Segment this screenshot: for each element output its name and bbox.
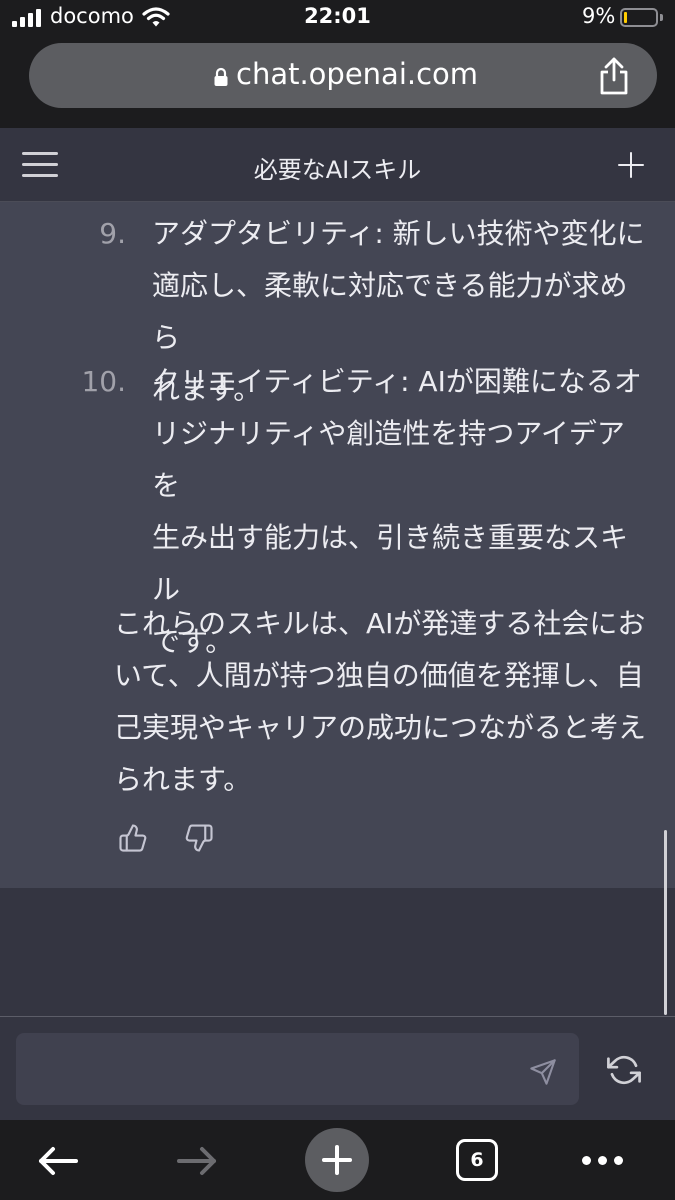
paragraph-line: いて、人間が持つ独自の価値を発揮し、自 [114,659,644,692]
composer-divider [0,1016,675,1017]
tabs-button[interactable]: 6 [456,1139,498,1181]
battery-cap [660,14,663,21]
scrollbar[interactable] [664,830,667,1015]
forward-arrow-icon [177,1147,216,1175]
new-chat-button[interactable] [616,150,646,180]
list-item-number: 10. [81,365,126,398]
list-item-number: 9. [99,217,126,250]
battery-icon [620,8,658,27]
new-tab-button[interactable] [305,1128,369,1192]
clock: 22:01 [304,4,371,28]
url-text[interactable]: chat.openai.com [236,57,478,91]
paragraph-line: られます。 [114,763,252,796]
thumbs-down-icon[interactable] [184,823,214,853]
back-arrow-icon[interactable] [36,1145,80,1177]
list-item-line: クリエイティビティ: AIが困難になるオ [152,365,642,398]
battery-percentage: 9% [582,4,616,28]
chat-title: 必要なAIスキル [253,156,422,184]
status-bar: docomo 22:01 9% [0,0,675,38]
more-menu-icon[interactable] [582,1156,623,1165]
lock-icon [214,67,228,86]
list-item-line: アダプタビリティ: 新しい技術や変化に [152,217,645,250]
share-icon[interactable] [597,56,631,96]
list-item-line: 適応し、柔軟に対応できる能力が求めら [152,269,628,354]
list-item-line: リジナリティや創造性を持つアイデアを [152,417,625,502]
message-input[interactable] [16,1033,579,1105]
summary-paragraph: これらのスキルは、AIが発達する社会にお いて、人間が持つ独自の価値を発揮し、自… [114,598,654,806]
thumbs-up-icon[interactable] [118,823,148,853]
paragraph-line: これらのスキルは、AIが発達する社会にお [114,607,646,640]
paragraph-line: 己実現やキャリアの成功につながると考え [114,711,647,744]
send-icon[interactable] [529,1058,557,1086]
refresh-icon[interactable] [607,1053,641,1087]
